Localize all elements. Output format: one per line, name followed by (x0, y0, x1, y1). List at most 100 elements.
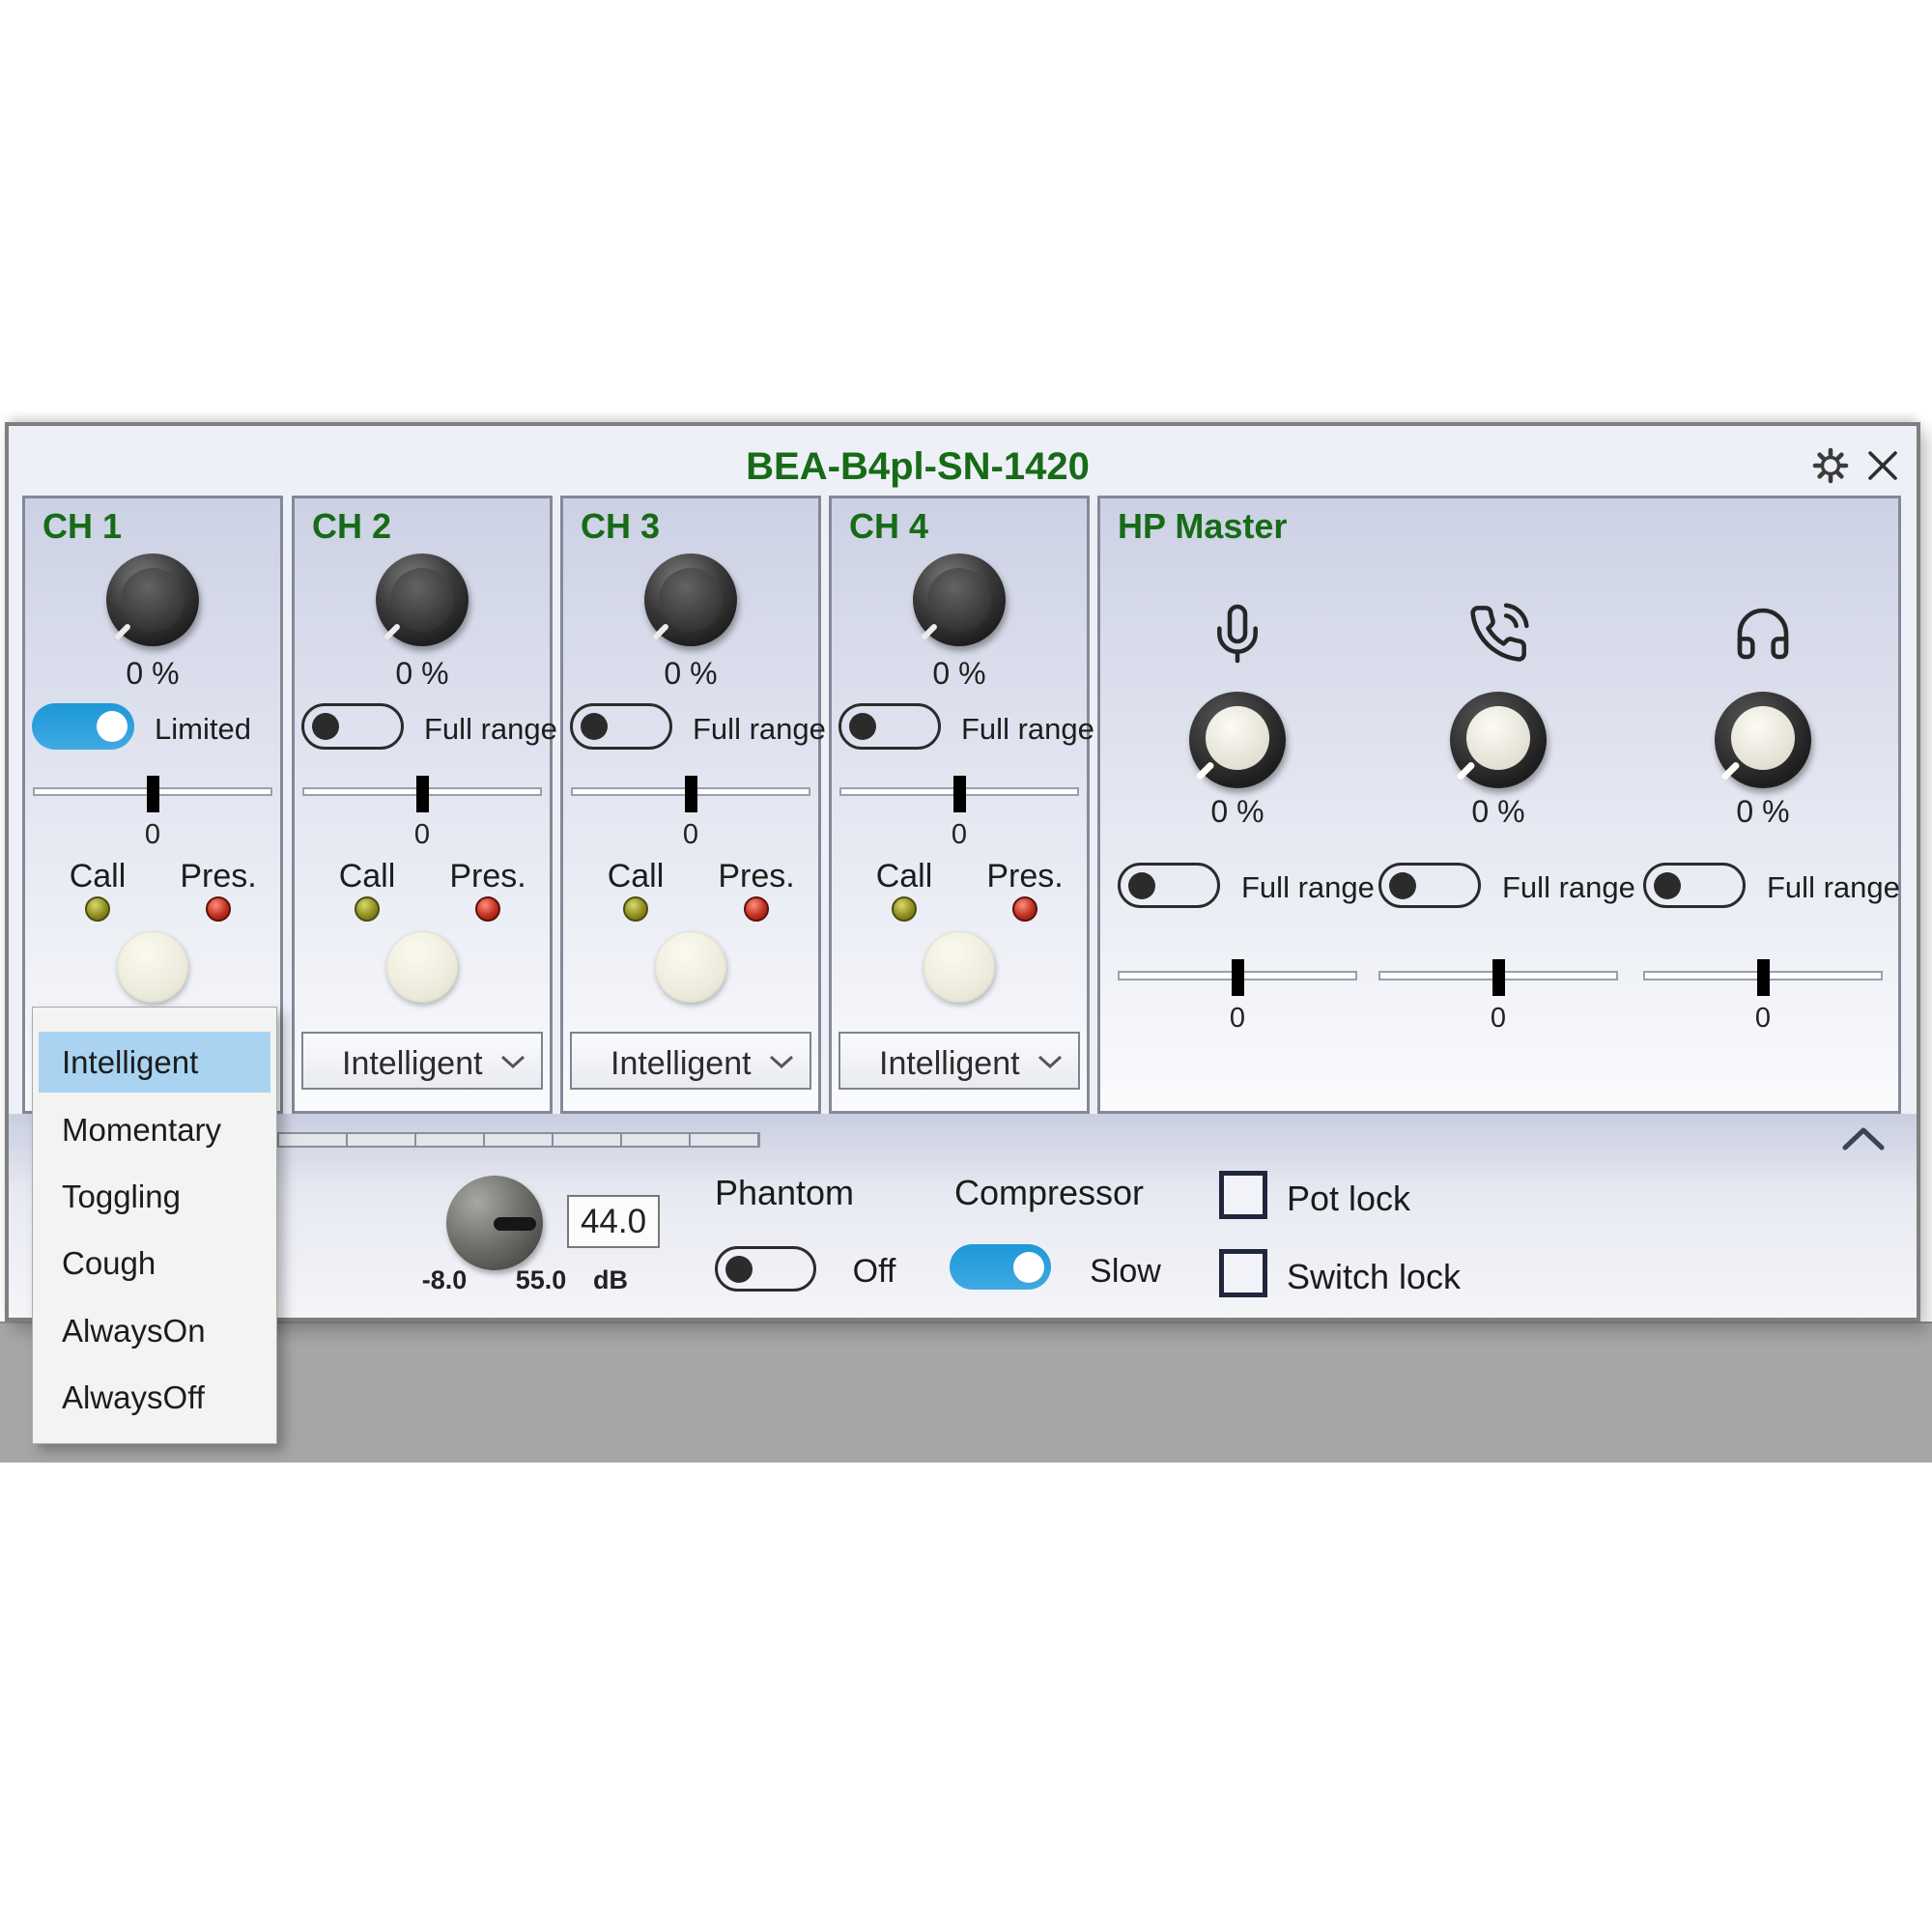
range-toggle-label: Full range (693, 712, 826, 747)
gain-knob[interactable] (644, 554, 737, 646)
switch-lock-checkbox[interactable] (1219, 1249, 1267, 1297)
mode-dropdown[interactable]: Intelligent (570, 1032, 811, 1090)
presence-label: Pres. (170, 858, 267, 895)
range-toggle-label: Full range (961, 712, 1094, 747)
gain-unit-label: dB (562, 1265, 659, 1295)
presence-label: Pres. (977, 858, 1073, 895)
hp-knob-value: 0 % (1368, 794, 1629, 830)
hp-range-toggle[interactable] (1118, 863, 1220, 908)
microphone-icon (1207, 603, 1268, 665)
phantom-label: Phantom (688, 1173, 881, 1213)
call-label: Call (49, 858, 146, 895)
channel-strip-4: CH 4 0 % Full range 0 Call Pres. Intelli… (829, 496, 1090, 1114)
call-led (892, 896, 917, 922)
gain-knob[interactable] (106, 554, 199, 646)
hp-range-toggle[interactable] (1378, 863, 1481, 908)
talk-button[interactable] (386, 931, 458, 1003)
hp-knob-value: 0 % (1107, 794, 1368, 830)
menu-item-toggling[interactable]: Toggling (39, 1166, 270, 1227)
call-led (623, 896, 648, 922)
gain-min-label: -8.0 (396, 1265, 493, 1295)
desktop-band (0, 1321, 1932, 1463)
collapse-chevron-icon[interactable] (1840, 1125, 1887, 1152)
channel-strip-2: CH 2 0 % Full range 0 Call Pres. Intelli… (292, 496, 553, 1114)
hp-range-toggle-label: Full range (1241, 870, 1375, 905)
range-toggle[interactable] (570, 703, 672, 750)
hp-level-knob[interactable] (1189, 692, 1286, 788)
compressor-toggle[interactable] (950, 1244, 1051, 1290)
window-title: BEA-B4pl-SN-1420 (386, 445, 1449, 489)
call-label: Call (856, 858, 952, 895)
pot-lock-checkbox[interactable] (1219, 1171, 1267, 1219)
gain-knob[interactable] (913, 554, 1006, 646)
range-toggle[interactable] (32, 703, 134, 750)
knob-value: 0 % (832, 656, 1087, 692)
channel-title: CH 2 (312, 506, 391, 547)
compressor-label: Compressor (928, 1173, 1170, 1213)
hp-slider-handle[interactable] (1757, 959, 1770, 996)
mode-dropdown-value: Intelligent (879, 1045, 1020, 1083)
switch-lock-label: Switch lock (1287, 1257, 1461, 1297)
talk-button[interactable] (923, 931, 995, 1003)
compressor-state-label: Slow (1067, 1253, 1183, 1291)
knob-value: 0 % (295, 656, 550, 692)
level-meter (277, 1132, 760, 1148)
hp-slider-handle[interactable] (1492, 959, 1505, 996)
hp-column-mic: 0 % Full range 0 (1107, 498, 1368, 1111)
trim-slider-handle[interactable] (147, 776, 159, 812)
screen: BEA-B4pl-SN-1420 CH 1 0 % Lim (0, 0, 1932, 1932)
mode-dropdown-value: Intelligent (342, 1045, 483, 1083)
hp-range-toggle-label: Full range (1767, 870, 1900, 905)
phantom-toggle[interactable] (715, 1246, 816, 1292)
talk-button[interactable] (655, 931, 726, 1003)
mode-dropdown[interactable]: Intelligent (838, 1032, 1080, 1090)
knob-value: 0 % (25, 656, 280, 692)
trim-value: 0 (25, 819, 280, 851)
menu-item-momentary[interactable]: Momentary (39, 1099, 270, 1160)
hp-level-knob[interactable] (1715, 692, 1811, 788)
hp-slider-handle[interactable] (1232, 959, 1244, 996)
range-toggle-label: Full range (424, 712, 557, 747)
trim-slider-handle[interactable] (685, 776, 697, 812)
menu-item-alwaysoff[interactable]: AlwaysOff (39, 1367, 270, 1428)
trim-value: 0 (563, 819, 818, 851)
mode-dropdown-menu: Intelligent Momentary Toggling Cough Alw… (32, 1007, 277, 1444)
range-toggle[interactable] (301, 703, 404, 750)
channel-title: CH 4 (849, 506, 928, 547)
knob-value: 0 % (563, 656, 818, 692)
hp-range-toggle-label: Full range (1502, 870, 1635, 905)
call-label: Call (587, 858, 684, 895)
settings-gear-icon[interactable] (1812, 447, 1849, 484)
presence-label: Pres. (708, 858, 805, 895)
channel-strip-3: CH 3 0 % Full range 0 Call Pres. Intelli… (560, 496, 821, 1114)
hp-range-toggle[interactable] (1643, 863, 1746, 908)
menu-item-intelligent[interactable]: Intelligent (39, 1032, 270, 1093)
chevron-down-icon (769, 1055, 794, 1070)
hp-master-panel: HP Master 0 % Full range 0 (1097, 496, 1901, 1114)
hp-level-knob[interactable] (1450, 692, 1547, 788)
headphones-icon (1732, 603, 1794, 665)
range-toggle[interactable] (838, 703, 941, 750)
trim-slider-handle[interactable] (953, 776, 966, 812)
hp-column-phone: 0 % Full range 0 (1368, 498, 1629, 1111)
hp-column-headphones: 0 % Full range 0 (1633, 498, 1893, 1111)
menu-item-alwayson[interactable]: AlwaysOn (39, 1300, 270, 1361)
trim-slider-handle[interactable] (416, 776, 429, 812)
phantom-state-label: Off (816, 1253, 932, 1291)
close-icon[interactable] (1864, 447, 1901, 484)
call-led (85, 896, 110, 922)
presence-label: Pres. (440, 858, 536, 895)
hp-slider-value: 0 (1368, 1003, 1629, 1035)
mode-dropdown[interactable]: Intelligent (301, 1032, 543, 1090)
talk-button[interactable] (117, 931, 188, 1003)
hp-knob-value: 0 % (1633, 794, 1893, 830)
gain-value-field[interactable]: 44.0 (567, 1195, 660, 1248)
mic-gain-knob[interactable] (446, 1176, 543, 1270)
call-label: Call (319, 858, 415, 895)
gain-knob[interactable] (376, 554, 469, 646)
channel-title: CH 1 (43, 506, 122, 547)
presence-led (206, 896, 231, 922)
phone-icon (1467, 603, 1529, 665)
menu-item-cough[interactable]: Cough (39, 1233, 270, 1293)
channel-title: CH 3 (581, 506, 660, 547)
